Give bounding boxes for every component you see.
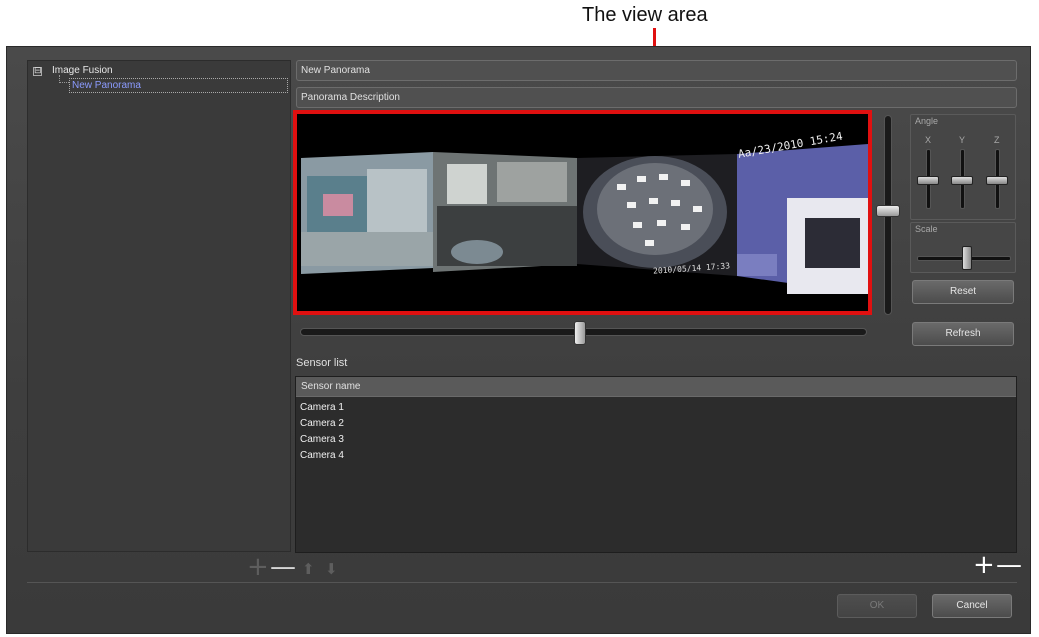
angle-group: Angle X Y Z [910,114,1016,220]
cancel-button[interactable]: Cancel [932,594,1012,618]
remove-panorama-minus-icon[interactable]: — [270,554,296,580]
sensor-list-label: Sensor list [296,357,348,369]
footer-divider [27,582,1017,583]
reset-button[interactable]: Reset [912,280,1014,304]
angle-z-slider-handle[interactable] [986,176,1008,185]
refresh-button[interactable]: Refresh [912,322,1014,346]
angle-y-label: Y [959,135,966,145]
scale-group-title: Scale [915,224,938,234]
remove-sensor-minus-icon[interactable]: — [996,552,1022,578]
angle-x-label: X [925,135,932,145]
panorama-view-area[interactable]: Aa/23/2010 15:24 2010/05/14 17:33 [293,110,872,315]
panorama-name-field[interactable]: New Panorama [296,60,1017,81]
panorama-tree: ⊟ Image Fusion New Panorama [27,60,291,552]
tree-connector-line [59,75,69,83]
image-fusion-dialog: ⊟ Image Fusion New Panorama New Panorama… [6,46,1031,634]
sensor-row[interactable]: Camera 4 [296,448,1016,464]
move-down-arrow-icon[interactable]: ⬇ [325,560,338,578]
sensor-row[interactable]: Camera 1 [296,400,1016,416]
add-sensor-plus-icon[interactable]: + [973,552,995,578]
angle-y-slider-handle[interactable] [951,176,973,185]
vertical-slider-handle[interactable] [876,205,900,217]
annotation-label: The view area [582,4,708,26]
angle-x-slider-handle[interactable] [917,176,939,185]
tree-item-new-panorama[interactable]: New Panorama [69,78,288,93]
scale-group: Scale [910,222,1016,273]
sensor-row[interactable]: Camera 2 [296,416,1016,432]
scale-slider-handle[interactable] [962,246,972,270]
angle-group-title: Angle [915,116,939,126]
add-panorama-plus-icon[interactable]: + [247,554,269,580]
move-up-arrow-icon[interactable]: ⬆ [302,560,315,578]
panorama-description-field[interactable]: Panorama Description [296,87,1017,108]
sensor-row[interactable]: Camera 3 [296,432,1016,448]
angle-z-label: Z [994,135,1000,145]
sensor-name-column-header[interactable]: Sensor name [296,377,1016,397]
ok-button[interactable]: OK [837,594,917,618]
sensor-table: Sensor name Camera 1 Camera 2 Camera 3 C… [295,376,1017,553]
horizontal-slider-handle[interactable] [574,321,586,345]
collapse-toggle-icon[interactable]: ⊟ [33,67,42,76]
